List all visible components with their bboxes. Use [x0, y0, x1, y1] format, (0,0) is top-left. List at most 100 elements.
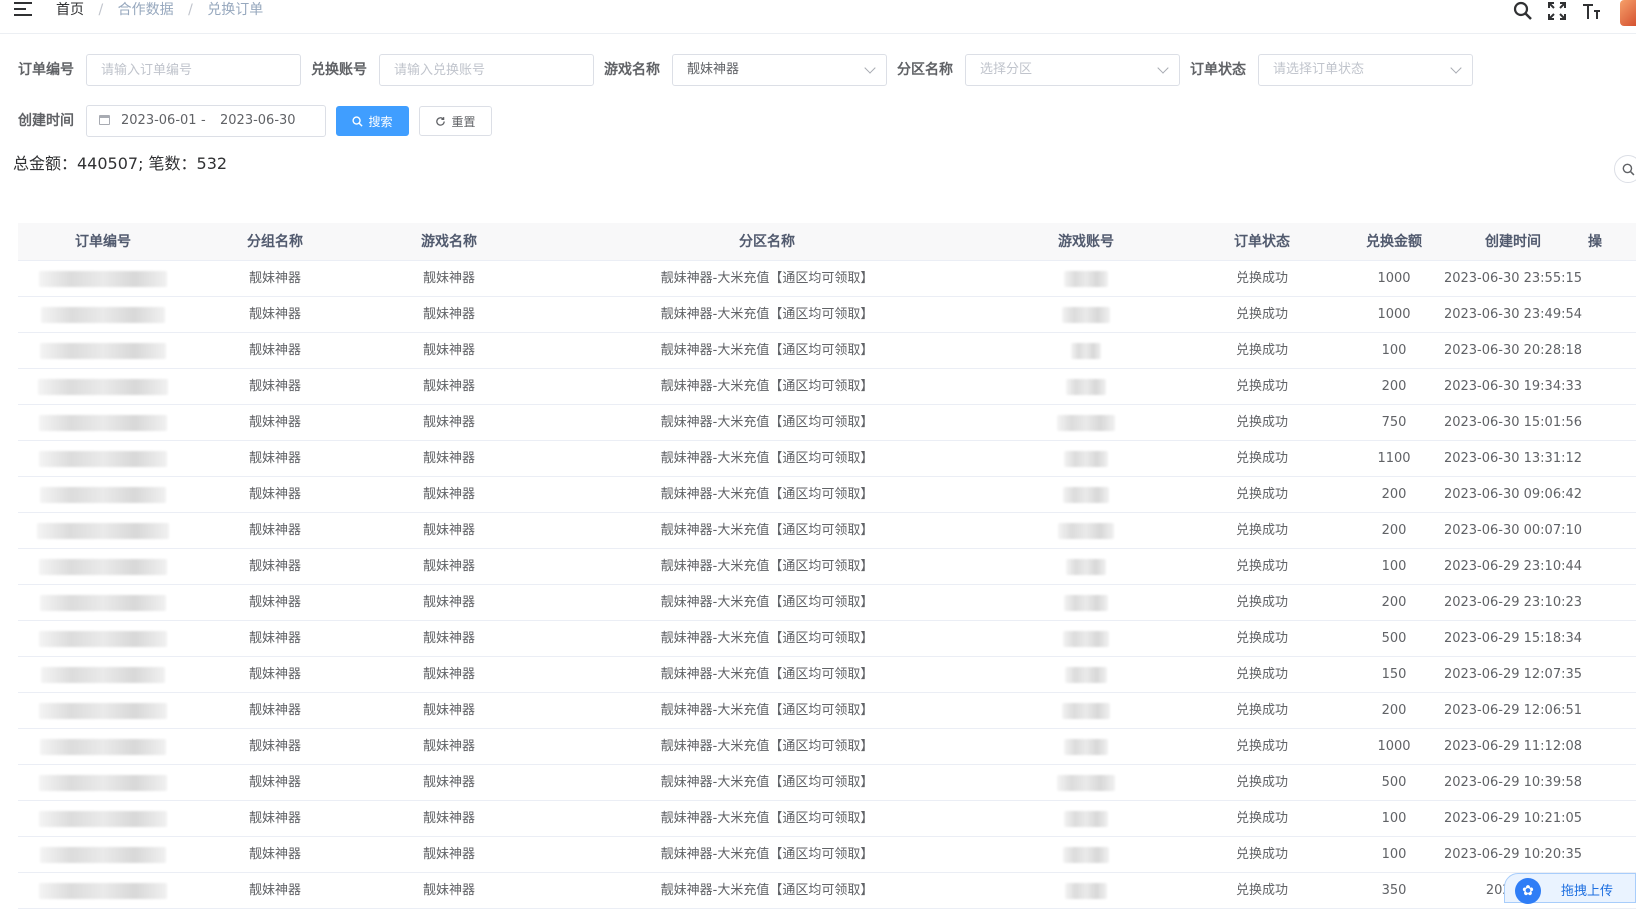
- cell-zone-name: 靓妹神器-大米充值【通区均可领取】: [660, 595, 874, 610]
- breadcrumb-partner-data[interactable]: 合作数据: [118, 2, 174, 18]
- cell-zone-name: 靓妹神器-大米充值【通区均可领取】: [660, 559, 874, 574]
- date-range-picker[interactable]: 2023-06-01 - 2023-06-30: [86, 105, 326, 137]
- table-row[interactable]: 靓妹神器 靓妹神器 靓妹神器-大米充值【通区均可领取】 兑换成功 100 2023-06-…: [18, 549, 1636, 585]
- hamburger-icon[interactable]: [14, 2, 32, 16]
- cell-actions: [1588, 801, 1636, 836]
- cell-zone-name: 靓妹神器-大米充值【通区均可领取】: [660, 811, 874, 826]
- table-row[interactable]: 靓妹神器 靓妹神器 靓妹神器-大米充值【通区均可领取】 兑换成功 1000 2023-06…: [18, 261, 1636, 297]
- table-row[interactable]: 靓妹神器 靓妹神器 靓妹神器-大米充值【通区均可领取】 兑换成功 150 2023-06-…: [18, 657, 1636, 693]
- cell-created-time: 2023-06-30 00:07:10: [1443, 523, 1583, 538]
- cell-actions: [1588, 549, 1636, 584]
- table-row[interactable]: 靓妹神器 靓妹神器 靓妹神器-大米充值【通区均可领取】 兑换成功 100 2023-06-…: [18, 801, 1636, 837]
- account-field: [379, 54, 594, 86]
- redacted-order-no: [38, 378, 168, 395]
- game-label: 游戏名称: [604, 62, 660, 78]
- redacted-order-no: [41, 666, 165, 683]
- redacted-game-account: [1064, 738, 1108, 755]
- search-icon: [352, 115, 364, 127]
- fullscreen-icon[interactable]: [1546, 0, 1568, 22]
- redacted-game-account: [1066, 378, 1106, 395]
- cell-created-time: 2023-06-29 10:39:58: [1443, 775, 1583, 790]
- redacted-game-account: [1064, 594, 1108, 611]
- game-select[interactable]: 靓妹神器: [672, 54, 887, 86]
- cell-game-name: 靓妹神器: [422, 343, 475, 358]
- cell-game-name: 靓妹神器: [422, 631, 475, 646]
- table-row[interactable]: 靓妹神器 靓妹神器 靓妹神器-大米充值【通区均可领取】 兑换成功 200 2023-06-…: [18, 477, 1636, 513]
- calendar-icon: [99, 115, 110, 125]
- cell-group-name: 靓妹神器: [248, 415, 301, 430]
- cell-zone-name: 靓妹神器-大米充值【通区均可领取】: [660, 271, 874, 286]
- cell-actions: [1588, 657, 1636, 692]
- search-button[interactable]: 搜索: [336, 106, 409, 136]
- date-start[interactable]: 2023-06-01: [121, 106, 197, 136]
- search-icon[interactable]: [1512, 0, 1534, 22]
- cell-game-name: 靓妹神器: [422, 307, 475, 322]
- zone-select[interactable]: 选择分区: [965, 54, 1180, 86]
- chevron-down-icon: [1157, 62, 1169, 74]
- cell-order-no: [18, 261, 188, 296]
- cell-group-name: 靓妹神器: [248, 775, 301, 790]
- order-no-input[interactable]: [87, 55, 300, 85]
- table-row[interactable]: 靓妹神器 靓妹神器 靓妹神器-大米充值【通区均可领取】 兑换成功 200 2023-06-…: [18, 693, 1636, 729]
- cell-order-status: 兑换成功: [1235, 883, 1288, 898]
- date-end[interactable]: 2023-06-30: [220, 106, 296, 136]
- cell-game-name: 靓妹神器: [422, 667, 475, 682]
- cell-group-name: 靓妹神器: [248, 703, 301, 718]
- table-row[interactable]: 靓妹神器 靓妹神器 靓妹神器-大米充值【通区均可领取】 兑换成功 100 2023-06-…: [18, 333, 1636, 369]
- redacted-game-account: [1066, 558, 1106, 575]
- cell-actions: [1588, 765, 1636, 800]
- cell-zone-name: 靓妹神器-大米充值【通区均可领取】: [660, 451, 874, 466]
- cell-order-no: [18, 441, 188, 476]
- cell-order-status: 兑换成功: [1235, 559, 1288, 574]
- font-size-icon[interactable]: [1580, 0, 1602, 22]
- table-row[interactable]: 靓妹神器 靓妹神器 靓妹神器-大米充值【通区均可领取】 兑换成功 500 2023-06-…: [18, 765, 1636, 801]
- column-header: 订单状态: [1234, 234, 1290, 250]
- status-label: 订单状态: [1190, 62, 1246, 78]
- cell-amount: 1000: [1377, 739, 1411, 754]
- cell-zone-name: 靓妹神器-大米充值【通区均可领取】: [660, 307, 874, 322]
- cell-amount: 200: [1381, 379, 1407, 394]
- table-row[interactable]: 靓妹神器 靓妹神器 靓妹神器-大米充值【通区均可领取】 兑换成功 1000 2023-06…: [18, 297, 1636, 333]
- status-select[interactable]: 请选择订单状态: [1258, 54, 1473, 86]
- reset-button[interactable]: 重置: [419, 106, 492, 136]
- cell-game-account: [998, 693, 1174, 728]
- cell-created-time: 2023-06-30 20:28:18: [1443, 343, 1583, 358]
- table-row[interactable]: 靓妹神器 靓妹神器 靓妹神器-大米充值【通区均可领取】 兑换成功 1100 2023-06…: [18, 441, 1636, 477]
- cell-game-name: 靓妹神器: [422, 523, 475, 538]
- cell-amount: 350: [1381, 883, 1407, 898]
- redacted-order-no: [37, 522, 169, 539]
- breadcrumb-home[interactable]: 首页: [56, 2, 84, 18]
- cell-created-time: 2023-06-29 10:20:35: [1443, 847, 1583, 862]
- table-row[interactable]: 靓妹神器 靓妹神器 靓妹神器-大米充值【通区均可领取】 兑换成功 1000 2023-06…: [18, 729, 1636, 765]
- redacted-game-account: [1063, 486, 1109, 503]
- account-input[interactable]: [380, 55, 593, 85]
- redacted-game-account: [1058, 522, 1114, 539]
- cell-group-name: 靓妹神器: [248, 523, 301, 538]
- search-toggle-button[interactable]: [1614, 155, 1636, 183]
- cell-order-no: [18, 405, 188, 440]
- avatar[interactable]: [1620, 0, 1636, 26]
- redacted-game-account: [1064, 270, 1108, 287]
- table-header: 订单编号 分组名称 游戏名称 分区名称 游戏账号 订单状态 兑换金额 创建时间 …: [18, 223, 1636, 261]
- table-row[interactable]: 靓妹神器 靓妹神器 靓妹神器-大米充值【通区均可领取】 兑换成功 100 2023-06-…: [18, 837, 1636, 873]
- cell-group-name: 靓妹神器: [248, 379, 301, 394]
- cell-game-name: 靓妹神器: [422, 451, 475, 466]
- table-row[interactable]: 靓妹神器 靓妹神器 靓妹神器-大米充值【通区均可领取】 兑换成功 200 2023-06-…: [18, 513, 1636, 549]
- cell-amount: 500: [1381, 631, 1407, 646]
- table-row[interactable]: 靓妹神器 靓妹神器 靓妹神器-大米充值【通区均可领取】 兑换成功 200 2023-06-…: [18, 369, 1636, 405]
- cell-order-no: [18, 873, 188, 908]
- cell-amount: 100: [1381, 847, 1407, 862]
- table-row[interactable]: 靓妹神器靓妹神器靓妹神器-大米充值【通区均可领取】兑换成功3502023-06: [18, 873, 1636, 909]
- table-row[interactable]: 靓妹神器 靓妹神器 靓妹神器-大米充值【通区均可领取】 兑换成功 500 2023-06-…: [18, 621, 1636, 657]
- cell-group-name: 靓妹神器: [248, 811, 301, 826]
- cell-zone-name: 靓妹神器-大米充值【通区均可领取】: [660, 703, 874, 718]
- table-row[interactable]: 靓妹神器 靓妹神器 靓妹神器-大米充值【通区均可领取】 兑换成功 750 2023-06-…: [18, 405, 1636, 441]
- drag-upload-label: 拖拽上传: [1561, 884, 1614, 899]
- redacted-game-account: [1065, 666, 1107, 683]
- cell-order-status: 兑换成功: [1235, 739, 1288, 754]
- drag-upload-widget[interactable]: ✿ 拖拽上传: [1504, 873, 1636, 904]
- search-icon: [1622, 163, 1634, 175]
- cell-game-name: 靓妹神器: [422, 379, 475, 394]
- table-row[interactable]: 靓妹神器 靓妹神器 靓妹神器-大米充值【通区均可领取】 兑换成功 200 2023-06-…: [18, 585, 1636, 621]
- cell-game-account: [998, 369, 1174, 404]
